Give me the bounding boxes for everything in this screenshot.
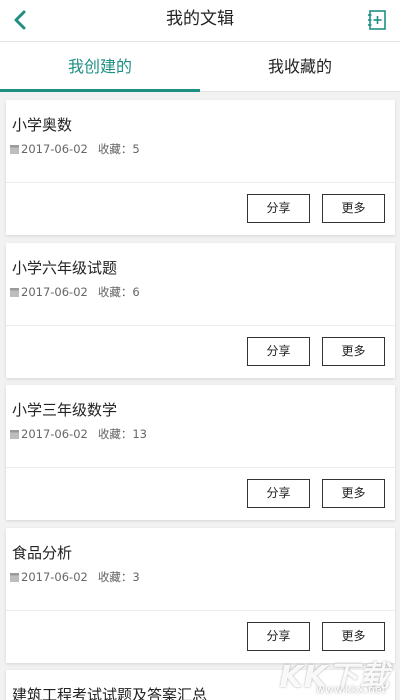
share-button[interactable]: 分享 [247,194,310,223]
more-button[interactable]: 更多 [322,622,385,651]
card-meta: 2017-06-02 收藏： 6 [10,284,140,300]
card-meta: 2017-06-02 收藏： 5 [10,141,140,157]
card-title: 小学六年级试题 [12,259,118,277]
card-title: 小学奥数 [12,116,73,134]
card-fav-count: 3 [132,570,140,584]
card-fav-label: 收藏： [97,142,133,156]
share-button[interactable]: 分享 [247,479,310,508]
card-title: 小学三年级数学 [12,401,118,419]
more-button[interactable]: 更多 [322,337,385,366]
collection-card[interactable]: 食品分析 2017-06-02 收藏： 3 分享 更多 [6,528,395,663]
top-bar: 我的文辑 [0,0,400,42]
calendar-icon [10,144,19,154]
share-button[interactable]: 分享 [247,337,310,366]
site-watermark: KK下载 www.kkx.net [274,652,394,696]
add-collection-button[interactable] [364,7,390,33]
add-collection-icon [368,10,386,30]
more-button[interactable]: 更多 [322,479,385,508]
card-date: 2017-06-02 [21,142,88,156]
collection-card[interactable]: 小学六年级试题 2017-06-02 收藏： 6 分享 更多 [6,243,395,378]
watermark-url: www.kkx.net [315,683,386,696]
calendar-icon [10,429,19,439]
card-fav-label: 收藏： [97,570,133,584]
collection-card[interactable]: 小学奥数 2017-06-02 收藏： 5 分享 更多 [6,100,395,235]
card-fav-count: 6 [132,285,140,299]
card-date: 2017-06-02 [21,427,88,441]
card-date: 2017-06-02 [21,285,88,299]
card-meta: 2017-06-02 收藏： 3 [10,569,140,585]
card-divider [6,182,395,183]
card-title: 建筑工程考试试题及答案汇总 [12,686,208,700]
card-fav-label: 收藏： [97,427,133,441]
page-title: 我的文辑 [166,9,234,29]
share-button[interactable]: 分享 [247,622,310,651]
card-meta: 2017-06-02 收藏： 13 [10,426,147,442]
card-title: 食品分析 [12,544,73,562]
card-divider [6,325,395,326]
calendar-icon [10,287,19,297]
card-fav-count: 5 [132,142,140,156]
calendar-icon [10,572,19,582]
tab-created[interactable]: 我创建的 [0,42,200,92]
card-date: 2017-06-02 [21,570,88,584]
card-fav-count: 13 [132,427,147,441]
card-divider [6,467,395,468]
tab-favorited[interactable]: 我收藏的 [200,42,400,91]
more-button[interactable]: 更多 [322,194,385,223]
tab-bar: 我创建的 我收藏的 [0,42,400,92]
card-divider [6,610,395,611]
card-fav-label: 收藏： [97,285,133,299]
collection-card[interactable]: 小学三年级数学 2017-06-02 收藏： 13 分享 更多 [6,385,395,520]
